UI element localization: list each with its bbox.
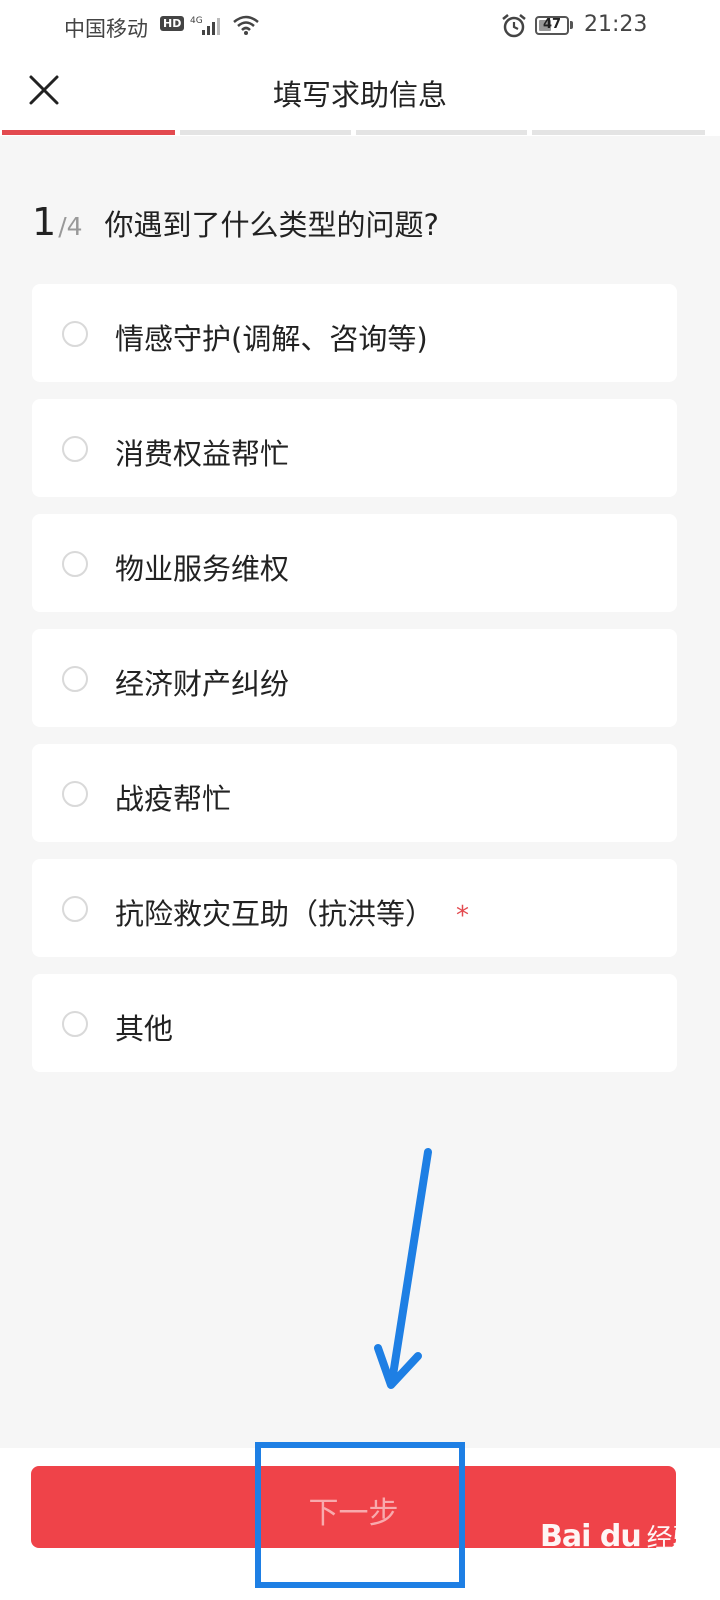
- page-title: 填写求助信息: [272, 78, 447, 112]
- step-progress-bar: [0, 128, 720, 136]
- watermark-name: 经验: [646, 1524, 699, 1554]
- option-label: 情感守护(调解、咨询等): [115, 322, 428, 356]
- option-label: 经济财产纠纷: [115, 667, 290, 701]
- radio-icon[interactable]: [62, 321, 88, 347]
- progress-segment-2: [180, 130, 351, 135]
- option-label: 抗险救灾互助（抗洪等）: [115, 897, 435, 931]
- watermark-logo: Bai du: [540, 1519, 642, 1554]
- network-type: 4G: [190, 16, 203, 26]
- option-list: 情感守护(调解、咨询等) 消费权益帮忙 物业服务维权 经济财产纠纷 战疫帮忙 抗…: [32, 284, 677, 1089]
- radio-icon[interactable]: [62, 436, 88, 462]
- option-other[interactable]: 其他: [32, 974, 677, 1072]
- hd-badge: HD: [160, 16, 185, 31]
- option-property-service[interactable]: 物业服务维权: [32, 514, 677, 612]
- option-consumer-rights[interactable]: 消费权益帮忙: [32, 399, 677, 497]
- option-label: 战疫帮忙: [115, 782, 232, 816]
- progress-segment-3: [356, 130, 527, 135]
- option-economic-dispute[interactable]: 经济财产纠纷: [32, 629, 677, 727]
- battery-icon: 47: [535, 16, 569, 35]
- battery-percent: 47: [542, 17, 562, 32]
- question-heading: 1 /4 你遇到了什么类型的问题?: [32, 200, 439, 244]
- required-mark: *: [456, 901, 470, 931]
- option-label: 物业服务维权: [115, 552, 290, 586]
- carrier-name: 中国移动: [64, 17, 148, 41]
- radio-icon[interactable]: [62, 551, 88, 577]
- question-total: /4: [58, 212, 83, 241]
- radio-icon[interactable]: [62, 781, 88, 807]
- header: 填写求助信息: [0, 52, 720, 128]
- wifi-icon: [233, 15, 259, 35]
- radio-icon[interactable]: [62, 666, 88, 692]
- question-text: 你遇到了什么类型的问题?: [104, 208, 439, 242]
- option-label: 其他: [115, 1012, 174, 1046]
- clock: 21:23: [584, 12, 648, 37]
- option-epidemic-help[interactable]: 战疫帮忙: [32, 744, 677, 842]
- option-emotional-care[interactable]: 情感守护(调解、咨询等): [32, 284, 677, 382]
- baidu-jingyan-watermark: Bai du 经验: [540, 1518, 699, 1555]
- battery-tip: [570, 21, 573, 29]
- option-disaster-relief[interactable]: 抗险救灾互助（抗洪等） *: [32, 859, 677, 957]
- alarm-icon: [502, 14, 526, 38]
- question-number: 1: [32, 200, 57, 244]
- annotation-arrow-icon: [374, 1148, 432, 1389]
- cellular-signal-icon: 4G: [190, 16, 220, 35]
- watermark-url: jingyan.baidu.com: [546, 1568, 657, 1582]
- radio-icon[interactable]: [62, 896, 88, 922]
- progress-segment-1: [2, 130, 175, 135]
- radio-icon[interactable]: [62, 1011, 88, 1037]
- option-label: 消费权益帮忙: [115, 437, 290, 471]
- progress-segment-4: [532, 130, 705, 135]
- status-bar: 中国移动 HD 4G 47 21:23: [0, 0, 720, 52]
